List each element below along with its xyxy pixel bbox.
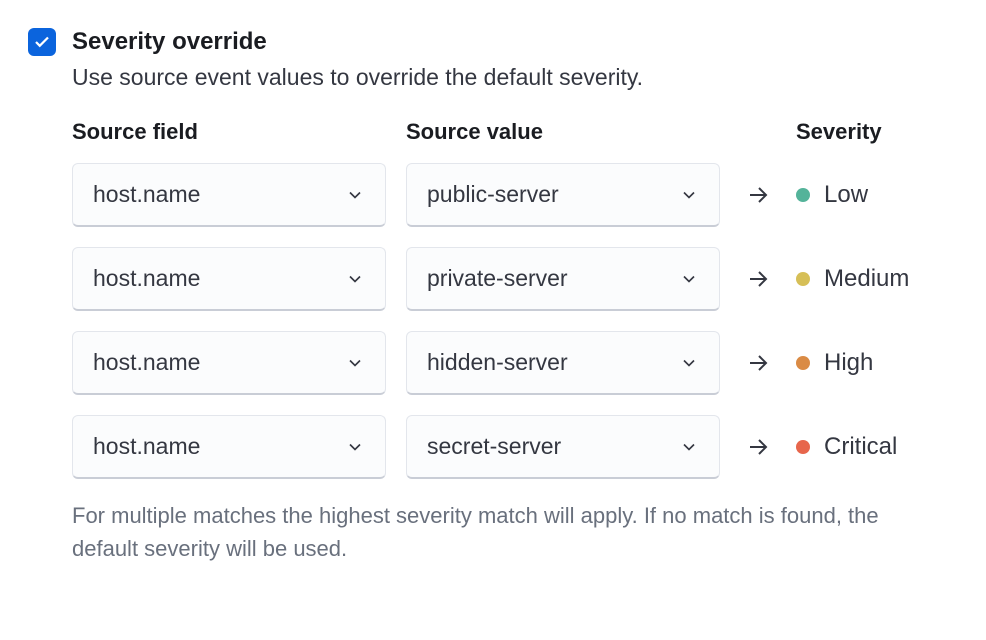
source-field-value: host.name — [93, 349, 200, 376]
severity-override-checkbox[interactable] — [28, 28, 56, 56]
check-icon — [33, 33, 51, 51]
arrow-cell — [740, 267, 776, 291]
column-header-source-field: Source field — [72, 119, 386, 145]
arrow-right-icon — [746, 351, 770, 375]
column-header-source-value: Source value — [406, 119, 720, 145]
section-title: Severity override — [72, 28, 267, 56]
source-field-value: host.name — [93, 433, 200, 460]
source-field-value: host.name — [93, 181, 200, 208]
arrow-right-icon — [746, 267, 770, 291]
source-value-value: public-server — [427, 181, 559, 208]
rule-row: host.name hidden-server High — [72, 331, 958, 395]
source-value-dropdown[interactable]: hidden-server — [406, 331, 720, 395]
chevron-down-icon — [345, 437, 365, 457]
arrow-cell — [740, 183, 776, 207]
source-value-value: secret-server — [427, 433, 561, 460]
severity-cell: Low — [796, 181, 958, 209]
severity-cell: High — [796, 349, 958, 377]
severity-dot — [796, 188, 810, 202]
source-field-dropdown[interactable]: host.name — [72, 247, 386, 311]
source-field-value: host.name — [93, 265, 200, 292]
chevron-down-icon — [679, 185, 699, 205]
arrow-right-icon — [746, 435, 770, 459]
severity-label: High — [824, 349, 873, 377]
rule-row: host.name secret-server Critical — [72, 415, 958, 479]
chevron-down-icon — [679, 269, 699, 289]
chevron-down-icon — [345, 353, 365, 373]
source-field-dropdown[interactable]: host.name — [72, 331, 386, 395]
source-value-dropdown[interactable]: private-server — [406, 247, 720, 311]
footer-note: For multiple matches the highest severit… — [72, 499, 892, 565]
section-description: Use source event values to override the … — [72, 64, 958, 91]
severity-cell: Critical — [796, 433, 958, 461]
severity-cell: Medium — [796, 265, 958, 293]
source-value-value: hidden-server — [427, 349, 568, 376]
column-header-arrow-spacer — [740, 119, 776, 145]
chevron-down-icon — [345, 269, 365, 289]
severity-label: Low — [824, 181, 868, 209]
severity-dot — [796, 272, 810, 286]
arrow-right-icon — [746, 183, 770, 207]
arrow-cell — [740, 351, 776, 375]
severity-dot — [796, 440, 810, 454]
arrow-cell — [740, 435, 776, 459]
severity-label: Medium — [824, 265, 909, 293]
chevron-down-icon — [345, 185, 365, 205]
source-field-dropdown[interactable]: host.name — [72, 415, 386, 479]
column-header-severity: Severity — [796, 119, 958, 145]
source-value-value: private-server — [427, 265, 568, 292]
chevron-down-icon — [679, 353, 699, 373]
chevron-down-icon — [679, 437, 699, 457]
source-field-dropdown[interactable]: host.name — [72, 163, 386, 227]
source-value-dropdown[interactable]: secret-server — [406, 415, 720, 479]
severity-dot — [796, 356, 810, 370]
severity-label: Critical — [824, 433, 897, 461]
source-value-dropdown[interactable]: public-server — [406, 163, 720, 227]
rule-row: host.name private-server Medium — [72, 247, 958, 311]
rule-row: host.name public-server Low — [72, 163, 958, 227]
